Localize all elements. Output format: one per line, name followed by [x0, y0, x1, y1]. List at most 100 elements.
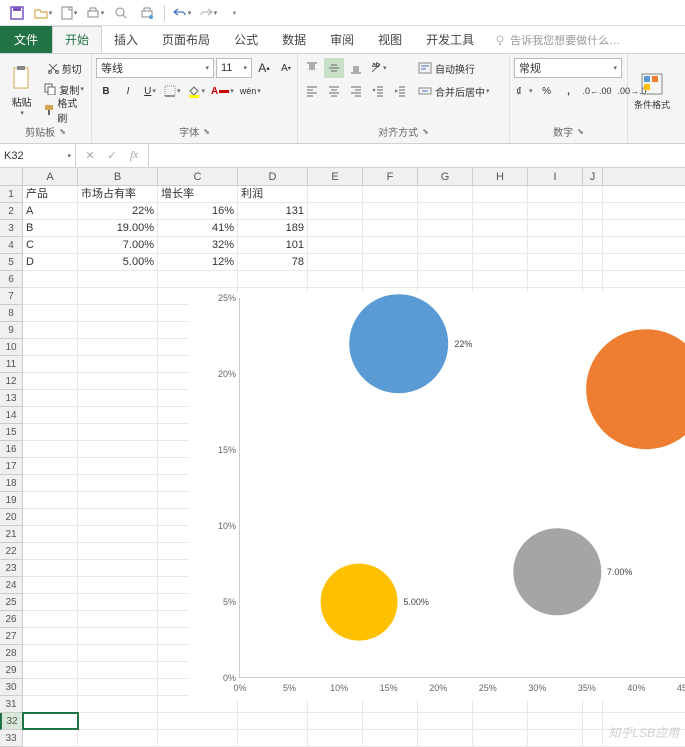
cell[interactable] [308, 203, 363, 219]
cell[interactable] [528, 271, 583, 287]
tell-me[interactable]: 告诉我您想要做什么… [494, 32, 620, 48]
row-header[interactable]: 26 [0, 611, 22, 628]
row-header[interactable]: 9 [0, 322, 22, 339]
cell[interactable] [418, 730, 473, 746]
cell[interactable] [473, 254, 528, 270]
cell[interactable]: 19.00% [78, 220, 158, 236]
cell[interactable] [78, 441, 158, 457]
cell[interactable] [363, 237, 418, 253]
align-right-icon[interactable] [346, 81, 366, 101]
tab-6[interactable]: 视图 [366, 26, 414, 53]
col-header[interactable]: J [583, 168, 603, 185]
cell[interactable] [473, 271, 528, 287]
cells[interactable]: 产品市场占有率增长率利润A22%16%131B19.00%41%189C7.00… [23, 186, 685, 747]
cell[interactable] [363, 186, 418, 202]
bubble-chart[interactable]: 0%5%10%15%20%25%0%5%10%15%20%25%30%35%40… [189, 292, 685, 700]
cell[interactable]: 22% [78, 203, 158, 219]
cell[interactable] [78, 356, 158, 372]
cell[interactable] [363, 203, 418, 219]
col-header[interactable]: E [308, 168, 363, 185]
file-tab[interactable]: 文件 [0, 26, 52, 53]
bubble-C[interactable] [513, 528, 600, 615]
row-header[interactable]: 2 [0, 203, 22, 220]
border-button[interactable]: ▾ [162, 81, 183, 101]
cell[interactable] [363, 271, 418, 287]
row-header[interactable]: 3 [0, 220, 22, 237]
cell[interactable] [78, 458, 158, 474]
cell[interactable] [473, 220, 528, 236]
cell[interactable] [528, 186, 583, 202]
cell[interactable] [23, 288, 78, 304]
col-header[interactable]: G [418, 168, 473, 185]
cell[interactable] [78, 713, 158, 729]
enter-icon[interactable]: ✓ [102, 144, 122, 167]
percent-format-icon[interactable]: % [537, 81, 557, 101]
cell[interactable] [78, 560, 158, 576]
row-header[interactable]: 19 [0, 492, 22, 509]
cell[interactable] [473, 186, 528, 202]
cell[interactable]: 市场占有率 [78, 186, 158, 202]
cell[interactable] [78, 730, 158, 746]
cell[interactable] [23, 356, 78, 372]
cell[interactable] [583, 186, 603, 202]
quickprint-icon[interactable] [136, 2, 158, 24]
row-header[interactable]: 5 [0, 254, 22, 271]
cell[interactable] [23, 543, 78, 559]
row-header[interactable]: 13 [0, 390, 22, 407]
col-header[interactable]: A [23, 168, 78, 185]
cell[interactable]: B [23, 220, 78, 236]
font-name-select[interactable]: 等线▾ [96, 58, 214, 78]
decrease-font-icon[interactable]: A▾ [276, 58, 296, 78]
cell[interactable]: 32% [158, 237, 238, 253]
tab-7[interactable]: 开发工具 [414, 26, 486, 53]
wrap-text-button[interactable]: 自动换行 [416, 58, 496, 78]
row-header[interactable]: 17 [0, 458, 22, 475]
select-all-corner[interactable] [0, 168, 23, 185]
undo-icon[interactable]: ▾ [171, 2, 193, 24]
cell[interactable] [308, 730, 363, 746]
row-header[interactable]: 15 [0, 424, 22, 441]
col-header[interactable]: H [473, 168, 528, 185]
cell[interactable] [418, 254, 473, 270]
increase-indent-icon[interactable] [390, 81, 410, 101]
cell[interactable] [23, 611, 78, 627]
cell[interactable] [23, 441, 78, 457]
cell[interactable] [238, 730, 308, 746]
italic-button[interactable]: I [118, 81, 138, 101]
increase-font-icon[interactable]: A▴ [254, 58, 274, 78]
cell[interactable]: 101 [238, 237, 308, 253]
bold-button[interactable]: B [96, 81, 116, 101]
col-header[interactable]: D [238, 168, 308, 185]
row-header[interactable]: 28 [0, 645, 22, 662]
number-expand-icon[interactable]: ⬊ [577, 127, 584, 136]
merge-center-button[interactable]: 合并后居中▾ [416, 81, 510, 101]
format-painter-button[interactable]: 格式刷 [41, 100, 87, 120]
row-header[interactable]: 14 [0, 407, 22, 424]
cell[interactable] [23, 730, 78, 746]
cell[interactable] [528, 730, 583, 746]
fill-color-button[interactable]: ▾ [185, 81, 208, 101]
cell[interactable] [78, 543, 158, 559]
cell[interactable] [583, 220, 603, 236]
cell[interactable] [78, 305, 158, 321]
cell[interactable] [528, 254, 583, 270]
cell[interactable] [158, 730, 238, 746]
row-header[interactable]: 20 [0, 509, 22, 526]
orientation-icon[interactable]: ab▾ [368, 58, 389, 78]
cell[interactable] [78, 492, 158, 508]
row-header[interactable]: 6 [0, 271, 22, 288]
cell[interactable] [473, 730, 528, 746]
cell[interactable] [78, 611, 158, 627]
cell[interactable] [418, 713, 473, 729]
cell[interactable]: 5.00% [78, 254, 158, 270]
cell[interactable] [418, 203, 473, 219]
row-header[interactable]: 32 [0, 713, 22, 730]
cell[interactable] [308, 220, 363, 236]
cell[interactable] [583, 730, 603, 746]
cell[interactable] [23, 696, 78, 712]
row-header[interactable]: 22 [0, 543, 22, 560]
cell[interactable] [583, 203, 603, 219]
cell[interactable] [473, 713, 528, 729]
cell[interactable] [23, 305, 78, 321]
row-header[interactable]: 1 [0, 186, 22, 203]
